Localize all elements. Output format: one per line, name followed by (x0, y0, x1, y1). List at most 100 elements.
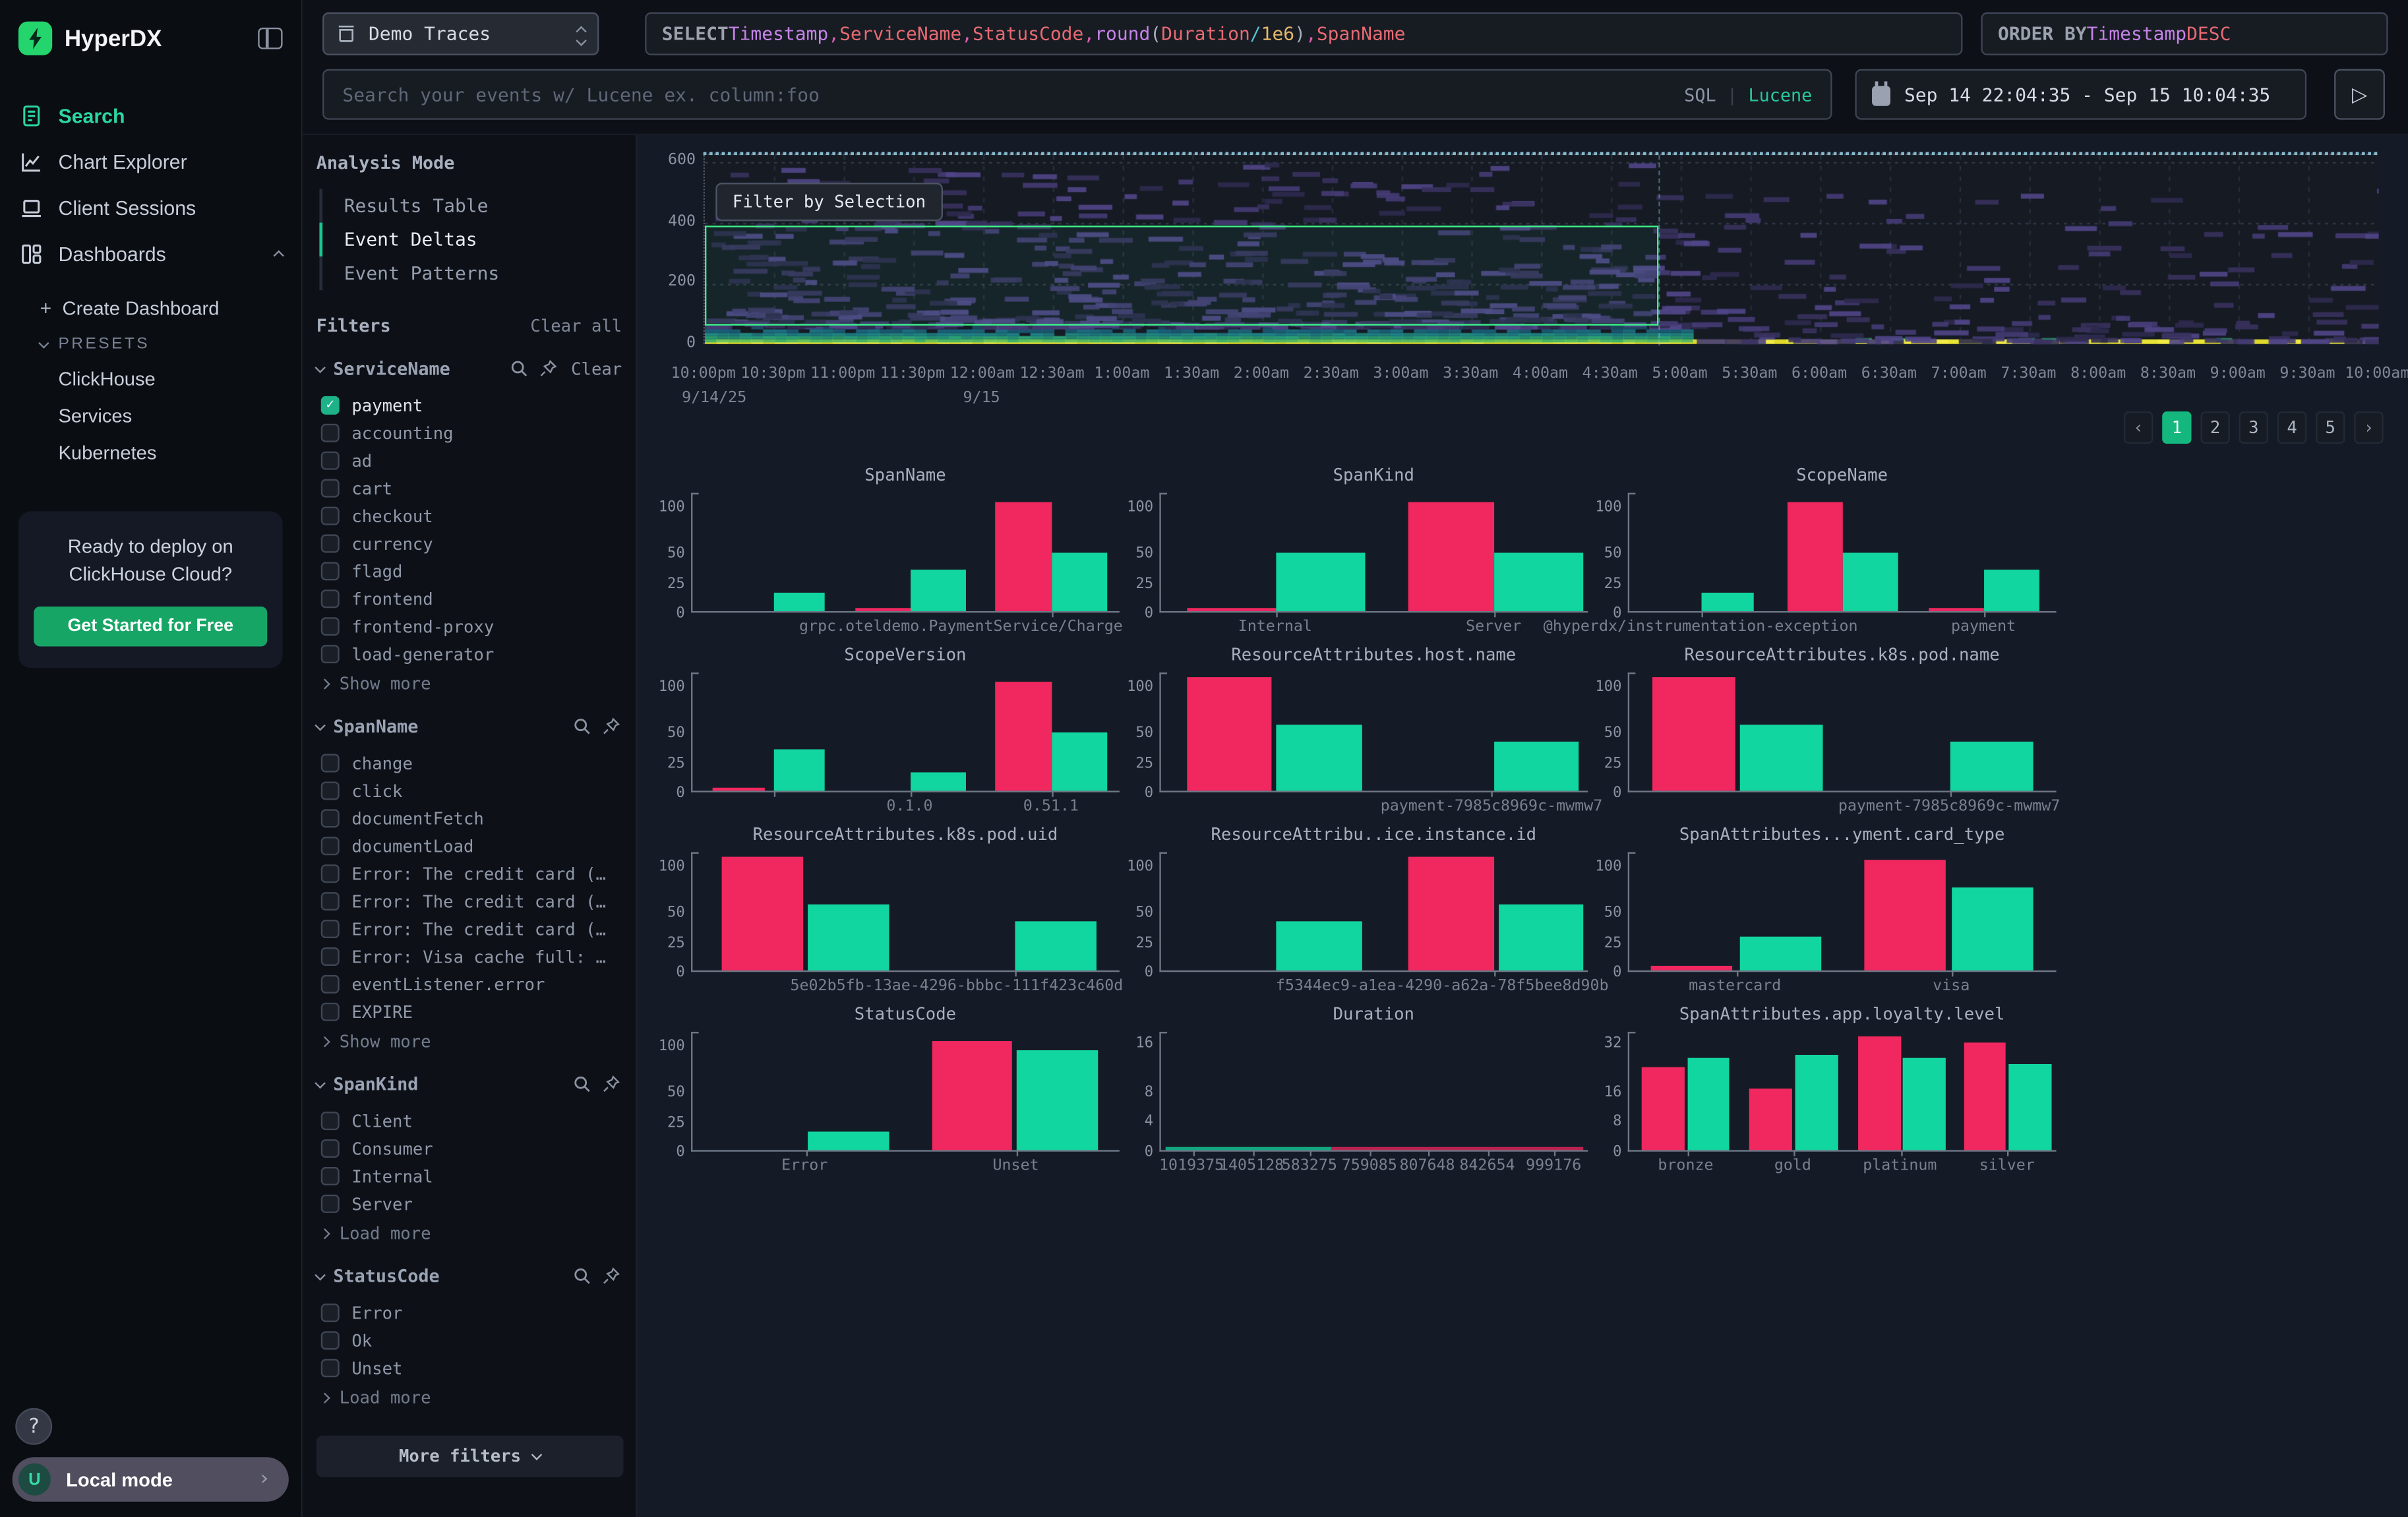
bar-red[interactable] (855, 608, 910, 611)
filter-option-error[interactable]: Error (316, 1299, 622, 1326)
checkbox[interactable] (321, 645, 340, 663)
bar-red[interactable] (1928, 608, 1983, 611)
bar-red[interactable] (1652, 678, 1735, 790)
bar-green[interactable] (1983, 570, 2039, 611)
analysis-mode-event-patterns[interactable]: Event Patterns (322, 256, 622, 290)
chevron-down-icon[interactable] (315, 719, 325, 730)
filter-option-server[interactable]: Server (316, 1190, 622, 1218)
analysis-mode-results-table[interactable]: Results Table (322, 189, 622, 222)
chart-plot[interactable] (691, 852, 1120, 972)
filter-option-client[interactable]: Client (316, 1107, 622, 1135)
sidebar-item-search[interactable]: Search (0, 92, 301, 138)
bar-green[interactable] (808, 905, 889, 970)
chart-plot[interactable] (1628, 852, 2057, 972)
page-prev-button[interactable]: ‹ (2124, 411, 2153, 444)
heatmap-selection-box[interactable] (705, 225, 1659, 326)
filter-option-ad[interactable]: ad (316, 447, 622, 475)
checkbox[interactable] (321, 809, 340, 827)
events-heatmap[interactable]: Filter by Selection (704, 154, 2378, 344)
sidebar-item-kubernetes[interactable]: Kubernetes (0, 434, 301, 471)
bar-green[interactable] (1277, 921, 1362, 970)
chevron-down-icon[interactable] (315, 1269, 325, 1280)
checkbox[interactable] (321, 1331, 340, 1350)
checkbox[interactable] (321, 1359, 340, 1377)
bar-red[interactable] (1749, 1088, 1791, 1150)
chart-plot[interactable] (1159, 852, 1588, 972)
get-started-button[interactable]: Get Started for Free (34, 607, 267, 647)
analysis-mode-event-deltas[interactable]: Event Deltas (319, 223, 622, 256)
filter-option-error-the-credit-card[interactable]: Error: The credit card (… (316, 860, 622, 887)
chart-plot[interactable] (1159, 493, 1588, 613)
bar-green[interactable] (1952, 888, 2033, 970)
filter-option-error-the-credit-card[interactable]: Error: The credit card (… (316, 887, 622, 915)
bar-red[interactable] (1187, 678, 1272, 790)
filter-group-name[interactable]: StatusCode (333, 1265, 563, 1287)
checkbox[interactable] (321, 781, 340, 800)
presets-toggle[interactable]: PRESETS (0, 327, 301, 361)
bar-red[interactable] (932, 1042, 1013, 1150)
bar-green[interactable] (1843, 552, 1898, 611)
sidebar-item-chart-explorer[interactable]: Chart Explorer (0, 138, 301, 185)
checkbox[interactable] (321, 1167, 340, 1185)
local-mode-button[interactable]: U Local mode › (13, 1457, 289, 1502)
bar-green[interactable] (773, 750, 825, 791)
bar-red[interactable] (1642, 1067, 1685, 1150)
page-button-2[interactable]: 2 (2200, 411, 2229, 444)
checkbox[interactable] (321, 562, 340, 580)
checkbox[interactable] (321, 1139, 340, 1158)
bar-green[interactable] (808, 1133, 889, 1150)
bar-green[interactable] (1494, 552, 1584, 611)
show-more-spanname[interactable]: Show more (316, 1026, 622, 1052)
checkbox[interactable] (321, 1003, 340, 1021)
lang-sql-toggle[interactable]: SQL (1684, 84, 1716, 105)
checkbox[interactable] (321, 892, 340, 910)
checkbox[interactable] (321, 1112, 340, 1130)
more-filters-button[interactable]: More filters (316, 1436, 624, 1477)
clear-all-button[interactable]: Clear all (530, 316, 622, 336)
filter-option-expire[interactable]: EXPIRE (316, 998, 622, 1026)
chart-plot[interactable] (1159, 672, 1588, 792)
bar-green[interactable] (1017, 1050, 1098, 1150)
search-icon[interactable] (573, 716, 593, 736)
bar-green[interactable] (773, 593, 825, 611)
filter-option-unset[interactable]: Unset (316, 1354, 622, 1382)
page-button-3[interactable]: 3 (2239, 411, 2268, 444)
bar-red[interactable] (723, 857, 804, 970)
filter-option-error-visa-cache-full[interactable]: Error: Visa cache full: … (316, 943, 622, 970)
checkbox[interactable] (321, 1303, 340, 1322)
bar-green[interactable] (1796, 1055, 1839, 1150)
bar-red[interactable] (996, 502, 1051, 611)
filter-option-click[interactable]: click (316, 777, 622, 804)
sidebar-item-clickhouse[interactable]: ClickHouse (0, 361, 301, 398)
pin-icon[interactable] (602, 1266, 622, 1286)
checkbox[interactable] (321, 920, 340, 938)
bar-green[interactable] (1740, 725, 1823, 790)
time-range-picker[interactable]: Sep 14 22:04:35 - Sep 15 10:04:35 (1855, 69, 2306, 120)
bar-green[interactable] (1051, 552, 1106, 611)
chart-plot[interactable] (691, 493, 1120, 613)
bar-green[interactable] (1498, 905, 1583, 970)
select-columns-input[interactable]: SELECT Timestamp, ServiceName, StatusCod… (645, 13, 1962, 55)
bar-red[interactable] (996, 682, 1051, 791)
chevron-down-icon[interactable] (315, 361, 325, 372)
filter-group-name[interactable]: SpanKind (333, 1073, 563, 1095)
checkbox[interactable] (321, 479, 340, 498)
filter-option-documentload[interactable]: documentLoad (316, 832, 622, 860)
checkbox-checked[interactable]: ✓ (321, 396, 340, 415)
filter-option-error-the-credit-card[interactable]: Error: The credit card (… (316, 915, 622, 943)
checkbox[interactable] (321, 1195, 340, 1213)
filter-option-internal[interactable]: Internal (316, 1162, 622, 1190)
help-button[interactable]: ? (15, 1408, 52, 1445)
filter-option-change[interactable]: change (316, 750, 622, 777)
bar-green[interactable] (1277, 725, 1362, 790)
pin-icon[interactable] (602, 1074, 622, 1094)
filter-option-ok[interactable]: Ok (316, 1326, 622, 1354)
bar-red[interactable] (1788, 502, 1843, 611)
chart-plot[interactable] (691, 1032, 1120, 1152)
bar-red[interactable] (1864, 859, 1945, 970)
collapse-sidebar-icon[interactable] (258, 28, 282, 49)
chart-plot[interactable] (691, 672, 1120, 792)
filter-option-eventlistener-error[interactable]: eventListener.error (316, 970, 622, 998)
checkbox[interactable] (321, 452, 340, 470)
bar-red[interactable] (1964, 1042, 2005, 1150)
